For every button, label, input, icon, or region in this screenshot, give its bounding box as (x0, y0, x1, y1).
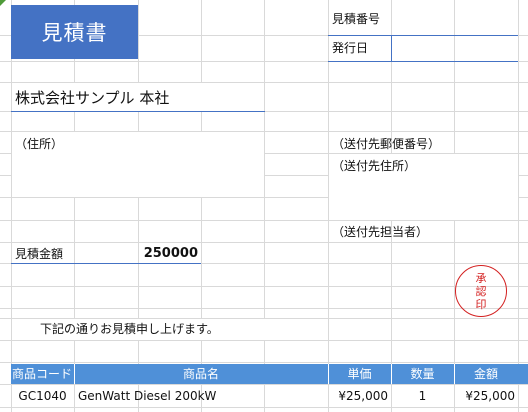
header-quantity: 数量 (410, 367, 435, 381)
company-name: 株式会社サンプル 本社 (15, 89, 170, 107)
dest-contact-label: （送付先担当者） (332, 225, 429, 239)
amount-underline (11, 263, 201, 264)
stamp-char-1: 承 (475, 271, 487, 285)
cell-unit-price[interactable]: ¥25,000 (328, 385, 388, 407)
cell-quantity[interactable]: 1 (391, 385, 454, 407)
cell-product-name[interactable]: GenWatt Diesel 200kW (78, 385, 326, 407)
cell-product-code[interactable]: GC1040 (11, 385, 74, 407)
header-divider (454, 364, 455, 384)
quote-message: 下記の通りお見積申し上げます。 (40, 322, 219, 336)
quote-number-label: 見積番号 (332, 12, 381, 26)
select-all-corner[interactable] (0, 0, 6, 6)
issue-date-label: 発行日 (332, 41, 369, 55)
page-title: 見積書 (11, 5, 138, 59)
header-divider (328, 364, 329, 384)
header-amount: 金額 (473, 367, 498, 381)
company-underline (11, 111, 265, 112)
amount-value: 250000 (143, 246, 198, 261)
header-unit-price: 単価 (347, 367, 372, 381)
dest-address-label: （送付先住所） (332, 159, 417, 173)
cell-amount[interactable]: ¥25,000 (454, 385, 515, 407)
header-divider (391, 364, 392, 384)
header-product-code: 商品コード (12, 367, 73, 381)
dest-postal-label: （送付先郵便番号） (332, 137, 441, 151)
header-divider (74, 364, 75, 384)
amount-label: 見積金額 (15, 247, 64, 261)
quote-number-underline (328, 35, 518, 36)
approval-stamp: 承 認 印 (455, 265, 507, 317)
issue-date-underline (328, 61, 518, 62)
stamp-char-2: 認 (475, 284, 487, 298)
address-label: （住所） (15, 137, 64, 151)
stamp-char-3: 印 (475, 297, 487, 311)
issue-date-divider (391, 36, 392, 61)
spreadsheet-sheet[interactable]: 見積書 見積番号 発行日 株式会社サンプル 本社 （住所） （送付先郵便番号） … (0, 0, 528, 412)
header-product-name: 商品名 (182, 367, 219, 381)
